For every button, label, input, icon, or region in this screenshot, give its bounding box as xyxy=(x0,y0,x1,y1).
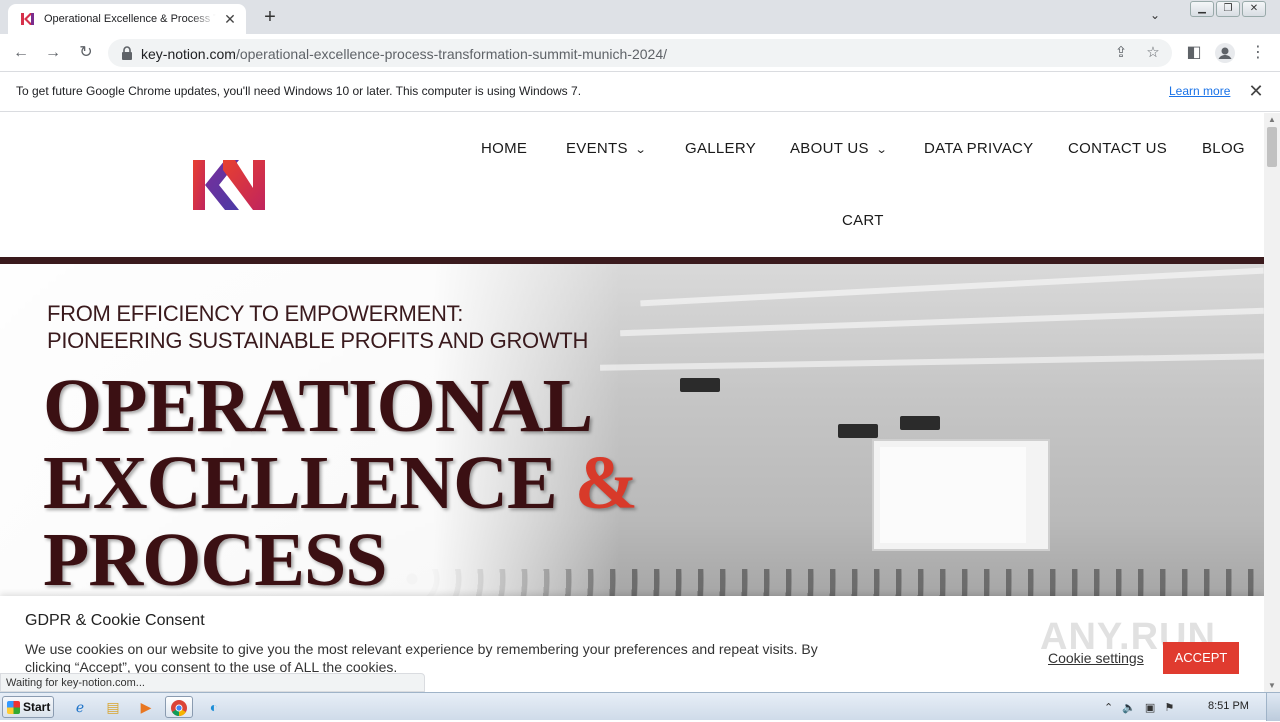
nav-events-label: EVENTS xyxy=(566,140,628,157)
browser-tab[interactable]: Operational Excellence & Process Transfo… xyxy=(8,4,246,34)
nav-home[interactable]: HOME xyxy=(481,140,527,157)
nav-cart-label: CART xyxy=(842,212,884,229)
url-path: /operational-excellence-process-transfor… xyxy=(235,46,668,62)
page-scrollbar[interactable]: ▲ ▼ xyxy=(1264,113,1280,692)
internet-explorer-icon[interactable]: ℯ xyxy=(66,696,94,718)
lock-icon xyxy=(122,46,132,60)
status-bubble: Waiting for key-notion.com... xyxy=(0,673,425,692)
nav-blog-label: BLOG xyxy=(1202,140,1245,157)
hero-title-ampersand: & xyxy=(574,441,638,525)
windows-logo-icon xyxy=(7,701,20,714)
nav-about-us[interactable]: ABOUT US ⌄ xyxy=(790,140,888,157)
restore-icon[interactable]: ❐ xyxy=(1216,1,1240,17)
nav-data-privacy-label: DATA PRIVACY xyxy=(924,140,1034,157)
nav-events[interactable]: EVENTS ⌄ xyxy=(566,140,647,157)
start-label: Start xyxy=(23,700,51,714)
menu-kebab-icon[interactable]: ⋮ xyxy=(1247,42,1269,64)
volume-icon[interactable]: 🔈 xyxy=(1122,701,1136,714)
hero-title-line1: OPERATIONAL xyxy=(43,364,593,448)
learn-more-link[interactable]: Learn more xyxy=(1169,84,1230,98)
nav-gallery-label: GALLERY xyxy=(685,140,757,157)
infobar-close-icon[interactable]: ✕ xyxy=(1246,81,1266,102)
projector-image xyxy=(680,378,720,392)
ceiling-beam xyxy=(599,353,1264,371)
taskbar-clock[interactable]: 8:51 PM xyxy=(1208,700,1249,712)
nav-contact-us-label: CONTACT US xyxy=(1068,140,1168,157)
nav-blog[interactable]: BLOG xyxy=(1202,140,1245,157)
tray-expand-icon[interactable]: ⌃ xyxy=(1104,701,1113,714)
share-icon[interactable]: ⇪ xyxy=(1111,43,1131,63)
network-icon[interactable]: ▣ xyxy=(1145,701,1155,714)
nav-about-us-label: ABOUT US xyxy=(790,140,869,157)
cookie-message: We use cookies on our website to give yo… xyxy=(25,641,818,675)
site-header: HOME EVENTS ⌄ GALLERY ABOUT US ⌄ DATA PRIV… xyxy=(0,113,1264,257)
scroll-down-arrow-icon[interactable]: ▼ xyxy=(1267,681,1277,690)
cookie-settings-link[interactable]: Cookie settings xyxy=(1048,650,1144,666)
hero-title-line3: PROCESS xyxy=(43,518,388,602)
page-viewport: HOME EVENTS ⌄ GALLERY ABOUT US ⌄ DATA PRIV… xyxy=(0,113,1280,692)
update-infobar: To get future Google Chrome updates, you… xyxy=(0,72,1280,112)
nav-contact-us[interactable]: CONTACT US xyxy=(1068,140,1167,157)
hero-subtitle-line1: FROM EFFICIENCY TO EMPOWERMENT: xyxy=(47,301,464,326)
ceiling-beam xyxy=(640,267,1264,307)
windows-taskbar: Start ℯ ▤ ▶ ◐ ⌃ 🔈 ▣ ⚑ 8:51 PM xyxy=(0,692,1280,721)
hero-subtitle-line2: PIONEERING SUSTAINABLE PROFITS AND GROWT… xyxy=(47,328,589,353)
bookmark-star-icon[interactable]: ☆ xyxy=(1143,43,1163,63)
url-host: key-notion.com xyxy=(141,46,236,62)
system-tray: ⌃ 🔈 ▣ ⚑ xyxy=(1104,697,1174,717)
side-panel-icon[interactable]: ◧ xyxy=(1183,42,1205,64)
window-close-icon[interactable]: ✕ xyxy=(1242,1,1266,17)
nav-home-label: HOME xyxy=(481,140,528,157)
scroll-up-arrow-icon[interactable]: ▲ xyxy=(1267,115,1277,124)
cookie-accept-button[interactable]: ACCEPT xyxy=(1163,642,1239,674)
minimize-icon[interactable]: ▁ xyxy=(1190,1,1214,17)
forward-icon[interactable]: → xyxy=(42,42,64,64)
reload-icon[interactable]: ↻ xyxy=(75,42,97,64)
nav-gallery[interactable]: GALLERY xyxy=(685,140,756,157)
back-icon[interactable]: ← xyxy=(10,42,32,64)
hero-title-line2: EXCELLENCE & xyxy=(43,445,638,521)
new-tab-button[interactable]: + xyxy=(258,6,282,30)
tab-search-chevron-icon[interactable]: ⌄ xyxy=(1150,8,1170,26)
url-text: key-notion.com/operational-excellence-pr… xyxy=(141,46,667,62)
infobar-message: To get future Google Chrome updates, you… xyxy=(16,84,582,98)
scroll-thumb[interactable] xyxy=(1267,127,1277,167)
browser-toolbar: ← → ↻ key-notion.com/operational-excelle… xyxy=(0,34,1280,72)
file-explorer-icon[interactable]: ▤ xyxy=(99,696,127,718)
kn-logo[interactable] xyxy=(193,160,265,210)
projector-image xyxy=(900,416,940,430)
profile-avatar-icon[interactable] xyxy=(1214,42,1236,64)
browser-tab-strip: Operational Excellence & Process Transfo… xyxy=(0,0,1280,34)
chevron-down-icon: ⌄ xyxy=(634,144,647,156)
chrome-taskbar-icon[interactable] xyxy=(165,696,193,718)
close-tab-icon[interactable]: ✕ xyxy=(222,11,238,27)
cookie-title: GDPR & Cookie Consent xyxy=(25,612,205,629)
window-controls: ▁ ❐ ✕ xyxy=(1190,1,1266,17)
start-button[interactable]: Start xyxy=(2,696,54,718)
site-favicon-icon xyxy=(21,13,34,25)
edge-icon[interactable]: ◐ xyxy=(200,696,228,718)
chevron-down-icon: ⌄ xyxy=(875,144,888,156)
hero-title-word: EXCELLENCE xyxy=(43,441,558,525)
action-center-flag-icon[interactable]: ⚑ xyxy=(1164,701,1174,714)
media-player-icon[interactable]: ▶ xyxy=(132,696,160,718)
projector-image xyxy=(838,424,878,438)
address-bar[interactable]: key-notion.com/operational-excellence-pr… xyxy=(108,39,1172,67)
nav-data-privacy[interactable]: DATA PRIVACY xyxy=(924,140,1033,157)
tab-title: Operational Excellence & Process Transfo… xyxy=(44,13,216,25)
show-desktop-button[interactable] xyxy=(1266,693,1280,721)
projection-screen-image xyxy=(872,439,1050,551)
ceiling-beam xyxy=(620,307,1264,337)
nav-cart[interactable]: CART xyxy=(842,212,884,229)
